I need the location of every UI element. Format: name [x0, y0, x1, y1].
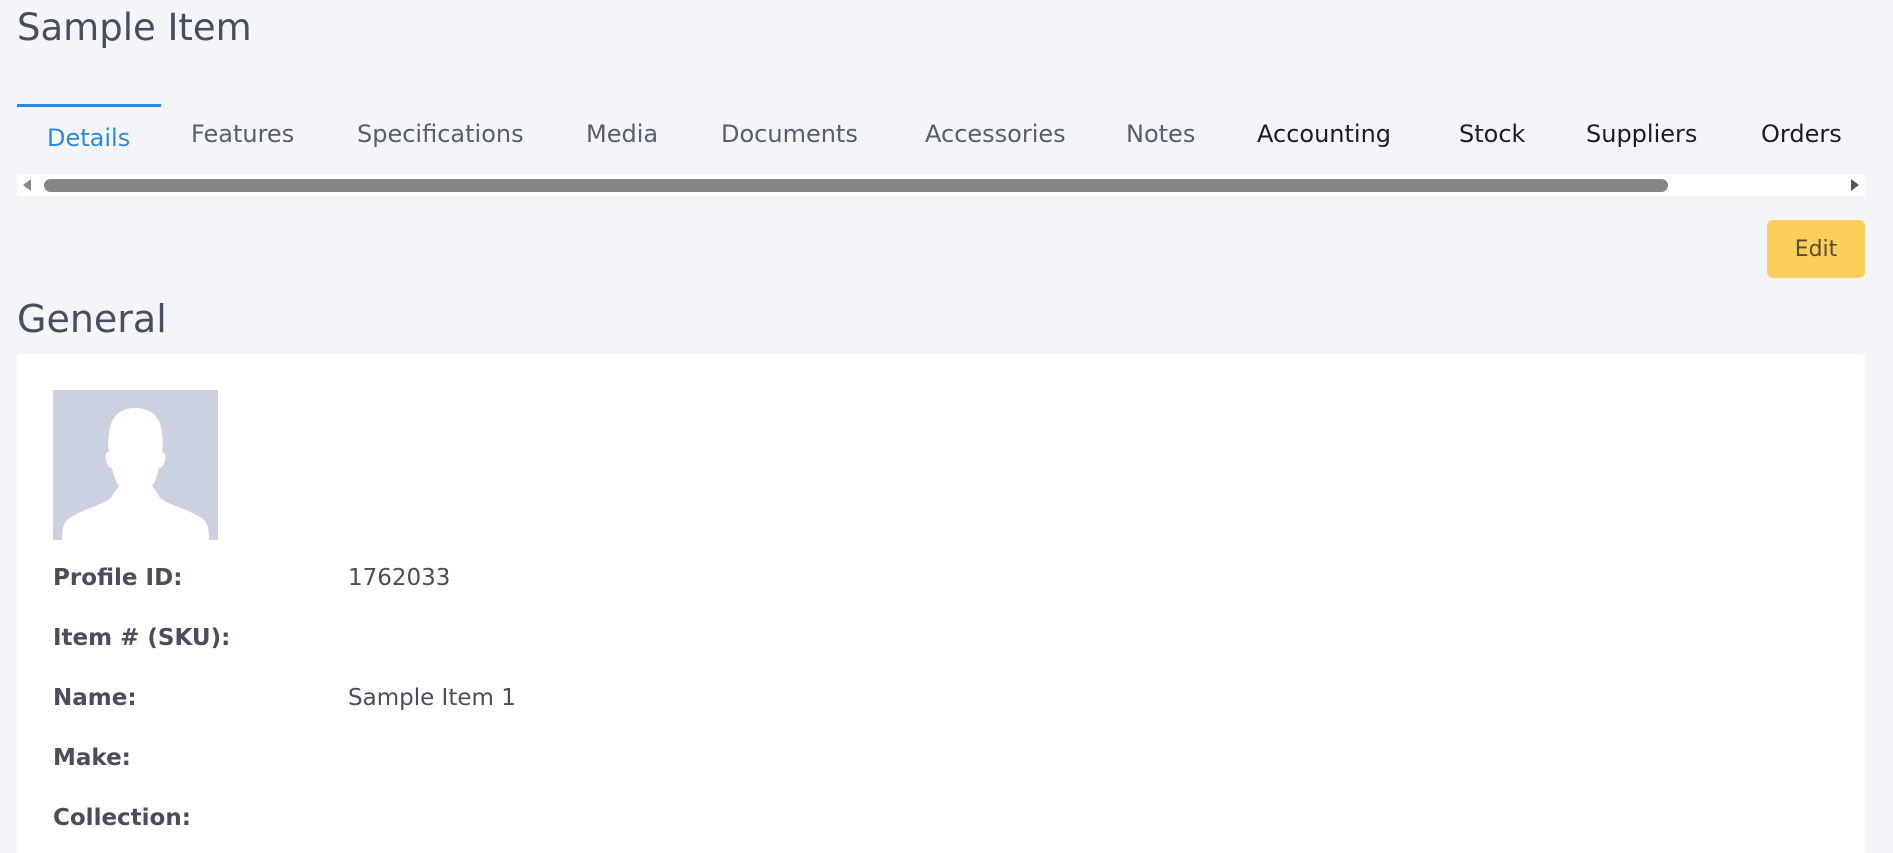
tab-bar: Details Features Specifications Media Do…: [17, 104, 1865, 196]
field-value-profile-id: 1762033: [348, 565, 451, 591]
item-detail-page: Sample Item Details Features Specificati…: [0, 0, 1893, 853]
tab-accounting[interactable]: Accounting: [1257, 120, 1391, 148]
field-label-collection: Collection:: [53, 805, 191, 831]
tab-documents[interactable]: Documents: [721, 120, 858, 148]
tab-notes[interactable]: Notes: [1126, 120, 1195, 148]
tab-details[interactable]: Details: [47, 124, 130, 152]
field-label-name: Name:: [53, 685, 137, 711]
scroll-right-arrow-icon[interactable]: [1851, 179, 1859, 191]
user-silhouette-icon: [53, 390, 218, 540]
tab-features[interactable]: Features: [191, 120, 294, 148]
tab-accessories[interactable]: Accessories: [925, 120, 1066, 148]
tab-orders[interactable]: Orders: [1761, 120, 1842, 148]
tab-specifications[interactable]: Specifications: [357, 120, 524, 148]
field-value-name: Sample Item 1: [348, 685, 516, 711]
page-title: Sample Item: [17, 6, 252, 49]
tab-stock[interactable]: Stock: [1459, 120, 1525, 148]
tab-suppliers[interactable]: Suppliers: [1586, 120, 1697, 148]
section-title-general: General: [17, 297, 167, 341]
field-label-make: Make:: [53, 745, 131, 771]
scroll-left-arrow-icon[interactable]: [23, 179, 31, 191]
active-tab-indicator: [17, 104, 161, 107]
tabs-horizontal-scrollbar[interactable]: [17, 174, 1865, 196]
tab-media[interactable]: Media: [586, 120, 658, 148]
general-card: Profile ID: 1762033 Item # (SKU): Name: …: [17, 354, 1865, 853]
field-label-profile-id: Profile ID:: [53, 565, 183, 591]
edit-button[interactable]: Edit: [1767, 220, 1865, 278]
scrollbar-thumb[interactable]: [44, 179, 1668, 192]
field-label-sku: Item # (SKU):: [53, 625, 231, 651]
